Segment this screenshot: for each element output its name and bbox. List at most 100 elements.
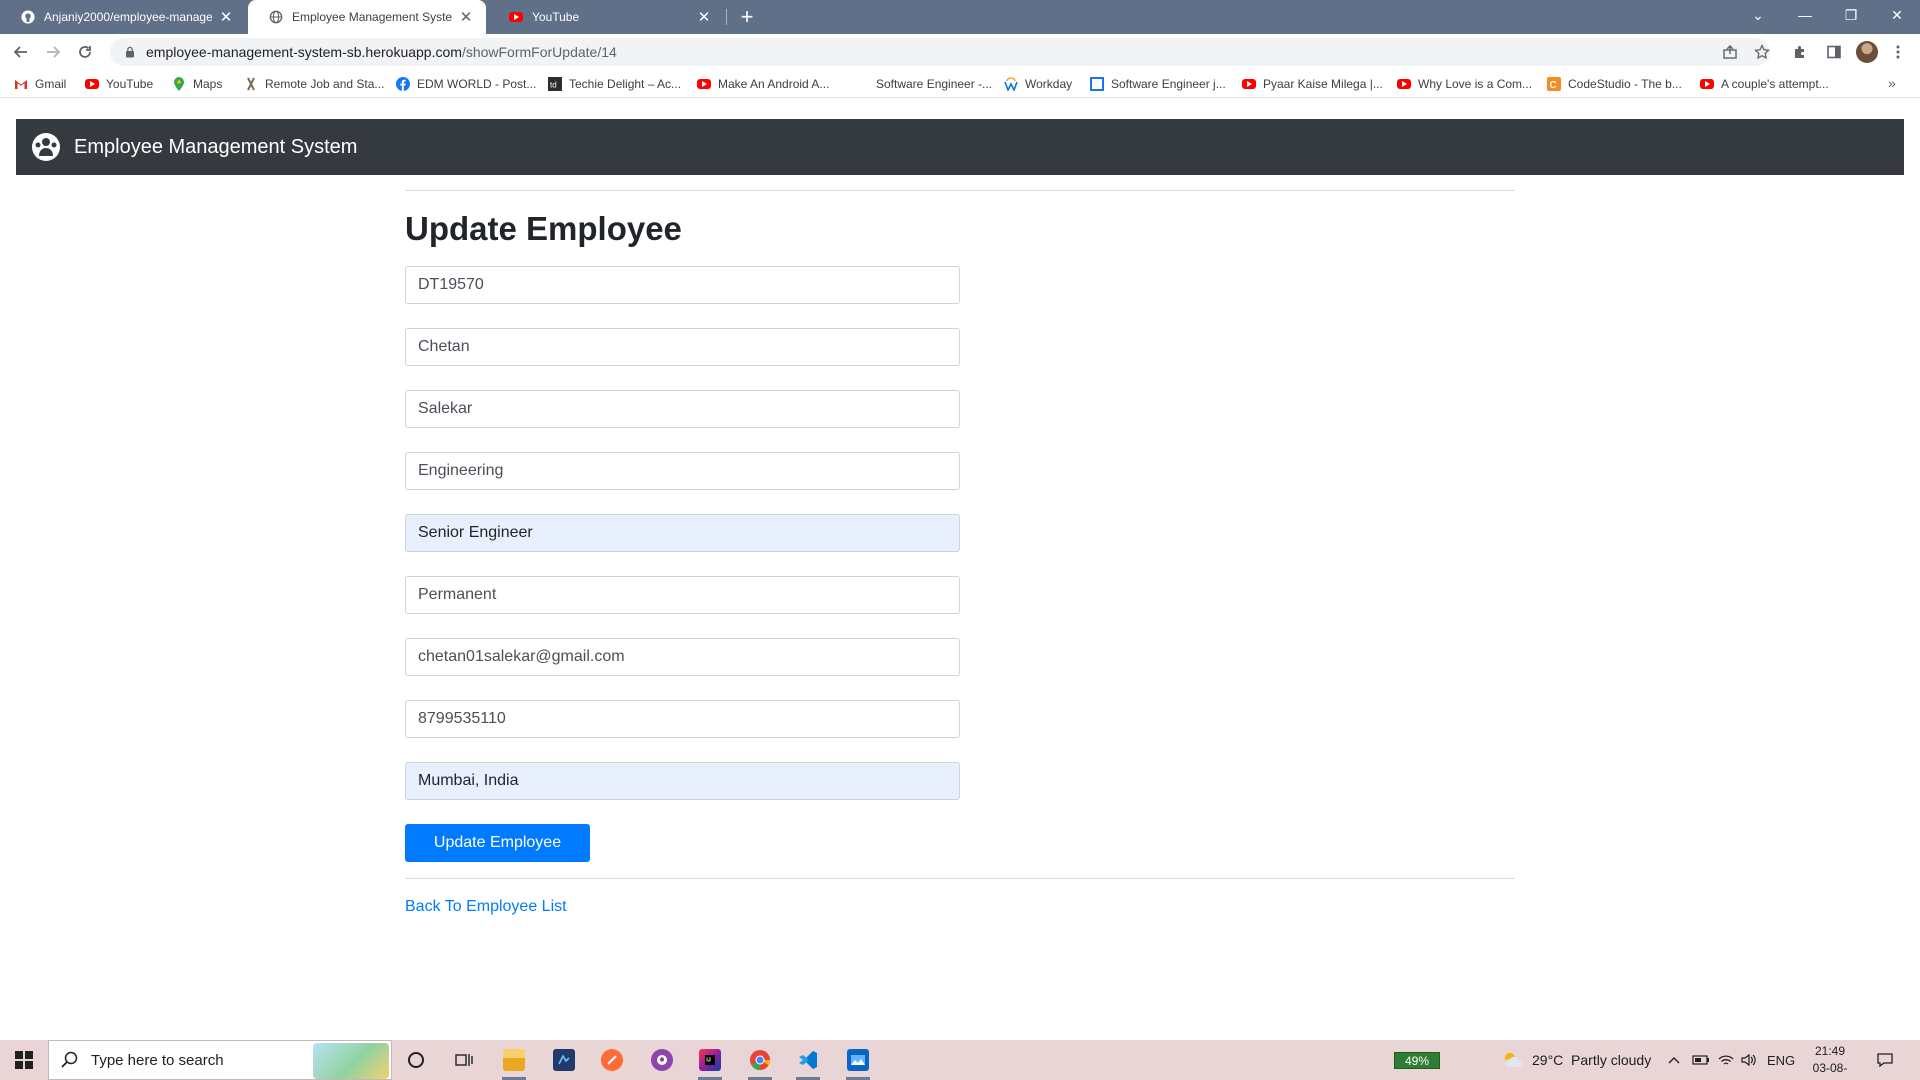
bookmark-software-engineer-2[interactable]: Software Engineer j...: [1090, 75, 1226, 93]
tab-github[interactable]: Anjaniy2000/employee-management-system ✕: [0, 0, 246, 34]
employee-id-field[interactable]: DT19570: [405, 266, 960, 304]
app-logo-icon[interactable]: [30, 131, 62, 163]
chrome-icon[interactable]: [740, 1044, 780, 1080]
language-indicator[interactable]: ENG: [1767, 1040, 1795, 1080]
youtube-icon: [697, 77, 711, 91]
file-explorer-icon[interactable]: [494, 1044, 534, 1080]
update-employee-container: Update Employee DT19570 Chetan Salekar E…: [405, 190, 1515, 915]
postman-icon[interactable]: [592, 1044, 632, 1076]
show-hidden-icons-chevron-icon[interactable]: [1668, 1040, 1680, 1080]
bookmark-make-android[interactable]: Make An Android A...: [697, 75, 829, 93]
browser-tab-strip: Anjaniy2000/employee-management-system ✕…: [0, 0, 1920, 34]
more-menu-icon[interactable]: [1886, 40, 1910, 64]
bookmark-gmail[interactable]: Gmail: [14, 75, 66, 93]
reload-icon[interactable]: [73, 40, 97, 64]
gmail-icon: [14, 77, 28, 91]
tab-title: Anjaniy2000/employee-management-system: [44, 10, 212, 24]
bookmark-edm-world[interactable]: EDM WORLD - Post...: [396, 75, 536, 93]
partly-cloudy-icon: [1502, 1051, 1524, 1069]
close-window-button[interactable]: ✕: [1874, 0, 1920, 30]
extensions-icon[interactable]: [1788, 40, 1812, 64]
bookmark-label: Software Engineer -...: [876, 77, 993, 91]
email-field[interactable]: chetan01salekar@gmail.com: [405, 638, 960, 676]
volume-icon[interactable]: [1740, 1040, 1756, 1080]
search-placeholder: Type here to search: [91, 1051, 224, 1069]
profile-avatar[interactable]: [1856, 41, 1878, 63]
bookmark-software-engineer-1[interactable]: Software Engineer -...: [855, 75, 992, 93]
lock-icon[interactable]: [122, 44, 138, 60]
bookmark-label: Workday: [1025, 77, 1073, 91]
minimize-button[interactable]: —: [1782, 0, 1828, 30]
last-name-field[interactable]: Salekar: [405, 390, 960, 428]
windows-taskbar: Type here to search IJ 49% 29°C Partly c…: [0, 1040, 1920, 1080]
github-desktop-icon[interactable]: [642, 1044, 682, 1076]
phone-field[interactable]: 8799535110: [405, 700, 960, 738]
bookmark-youtube[interactable]: YouTube: [85, 75, 153, 93]
update-employee-button[interactable]: Update Employee: [405, 824, 590, 862]
cisco-packet-tracer-icon[interactable]: [544, 1044, 584, 1076]
tab-employee-management[interactable]: Employee Management System ✕: [248, 0, 486, 34]
bookmark-maps[interactable]: Maps: [172, 75, 222, 93]
globe-icon: [268, 9, 284, 25]
back-arrow-icon[interactable]: [9, 40, 33, 64]
youtube-icon: [508, 9, 524, 25]
techie-delight-icon: td: [548, 77, 562, 91]
search-highlight-illustration: [313, 1043, 389, 1079]
bookmark-label: CodeStudio - The b...: [1568, 77, 1682, 91]
youtube-icon: [85, 77, 99, 91]
remote-job-icon: [244, 77, 258, 91]
bookmark-label: Make An Android A...: [718, 77, 830, 91]
windows-start-icon[interactable]: [0, 1040, 48, 1080]
forward-arrow-icon[interactable]: [41, 40, 65, 64]
first-name-field[interactable]: Chetan: [405, 328, 960, 366]
close-icon[interactable]: ✕: [458, 9, 474, 26]
address-field[interactable]: Mumbai, India: [405, 762, 960, 800]
bookmark-label: Pyaar Kaise Milega |...: [1263, 77, 1383, 91]
github-icon: [20, 9, 36, 25]
browser-toolbar: employee-management-system-sb.herokuapp.…: [0, 34, 1920, 70]
new-tab-button[interactable]: +: [735, 4, 759, 29]
codestudio-icon: C: [1547, 77, 1561, 91]
bookmark-remote-job[interactable]: Remote Job and Sta...: [244, 75, 384, 93]
cortana-icon[interactable]: [396, 1044, 436, 1076]
intellij-idea-icon[interactable]: IJ: [690, 1044, 730, 1080]
bookmark-why-love[interactable]: Why Love is a Com...: [1397, 75, 1532, 93]
youtube-icon: [1700, 77, 1714, 91]
tab-youtube[interactable]: YouTube ✕: [488, 0, 724, 34]
designation-field[interactable]: Senior Engineer: [405, 514, 960, 552]
bookmark-couples-attempt[interactable]: A couple's attempt...: [1700, 75, 1829, 93]
department-field[interactable]: Engineering: [405, 452, 960, 490]
bookmarks-overflow-icon[interactable]: »: [1888, 75, 1896, 91]
bookmark-label: EDM WORLD - Post...: [417, 77, 537, 91]
bookmark-workday[interactable]: Workday: [1004, 75, 1072, 93]
tab-search-chevron-icon[interactable]: ⌄: [1735, 0, 1781, 30]
task-view-icon[interactable]: [444, 1044, 484, 1076]
clock-time: 21:49: [1814, 1044, 1846, 1058]
bookmark-codestudio[interactable]: C CodeStudio - The b...: [1547, 75, 1682, 93]
vscode-icon[interactable]: [788, 1044, 828, 1080]
battery-icon[interactable]: [1692, 1040, 1710, 1080]
bookmark-techie-delight[interactable]: td Techie Delight – Ac...: [548, 75, 681, 93]
app-brand[interactable]: Employee Management System: [74, 136, 357, 159]
photos-icon[interactable]: [838, 1044, 878, 1080]
taskbar-search-box[interactable]: Type here to search: [48, 1040, 392, 1080]
battery-indicator[interactable]: 49%: [1394, 1052, 1440, 1069]
bookmark-label: Why Love is a Com...: [1418, 77, 1533, 91]
bookmark-pyaar-kaise-milega[interactable]: Pyaar Kaise Milega |...: [1242, 75, 1383, 93]
bookmark-star-icon[interactable]: [1750, 40, 1774, 64]
close-icon[interactable]: ✕: [696, 9, 712, 26]
employment-type-field[interactable]: Permanent: [405, 576, 960, 614]
restore-button[interactable]: ❐: [1828, 0, 1874, 30]
bookmark-label: Software Engineer j...: [1111, 77, 1226, 91]
share-icon[interactable]: [1718, 40, 1742, 64]
weather-widget[interactable]: 29°C Partly cloudy: [1502, 1040, 1651, 1080]
wifi-icon[interactable]: [1718, 1040, 1734, 1080]
square-icon: [1090, 77, 1104, 91]
close-icon[interactable]: ✕: [218, 9, 234, 26]
taskbar-clock[interactable]: 21:49 03-08-2022: [1800, 1043, 1860, 1080]
notifications-icon[interactable]: [1876, 1040, 1894, 1080]
side-panel-icon[interactable]: [1822, 40, 1846, 64]
svg-text:IJ: IJ: [706, 1058, 711, 1064]
address-bar[interactable]: employee-management-system-sb.herokuapp.…: [110, 38, 1770, 66]
back-to-employee-list-link[interactable]: Back To Employee List: [405, 898, 567, 916]
